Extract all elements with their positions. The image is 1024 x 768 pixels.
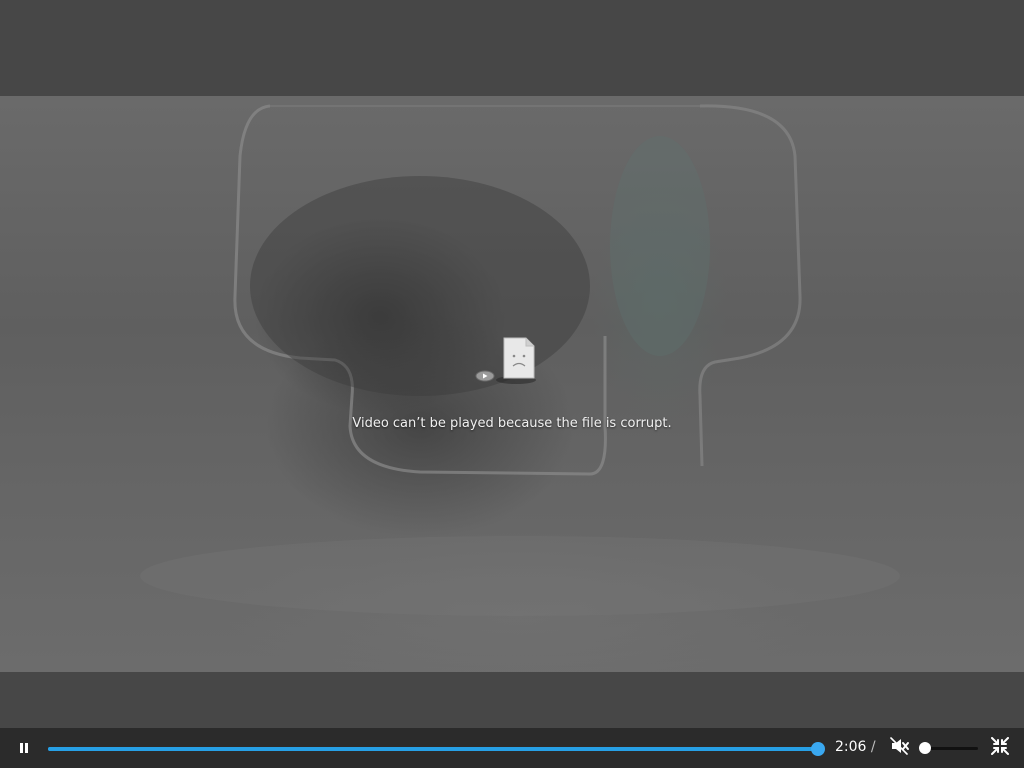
seek-bar-progress [48, 747, 818, 751]
error-panel: Video can’t be played because the file i… [0, 330, 1024, 431]
pause-button[interactable] [12, 736, 36, 760]
time-separator: / [870, 739, 876, 755]
seek-thumb[interactable] [811, 742, 825, 756]
video-stage[interactable]: Video can’t be played because the file i… [0, 0, 1024, 728]
mute-button[interactable] [888, 736, 912, 760]
time-display: 2:06 / [835, 739, 876, 755]
exit-fullscreen-button[interactable] [988, 736, 1012, 760]
error-message: Video can’t be played because the file i… [352, 416, 672, 431]
volume-slider[interactable] [925, 747, 978, 750]
seek-bar[interactable] [48, 742, 825, 756]
broken-file-icon [472, 330, 552, 390]
volume-thumb[interactable] [919, 742, 931, 754]
current-time: 2:06 [835, 739, 867, 755]
pause-icon [18, 739, 30, 758]
player-controls: 2:06 / [0, 728, 1024, 768]
exit-fullscreen-icon [991, 737, 1009, 759]
mute-icon [890, 737, 910, 759]
